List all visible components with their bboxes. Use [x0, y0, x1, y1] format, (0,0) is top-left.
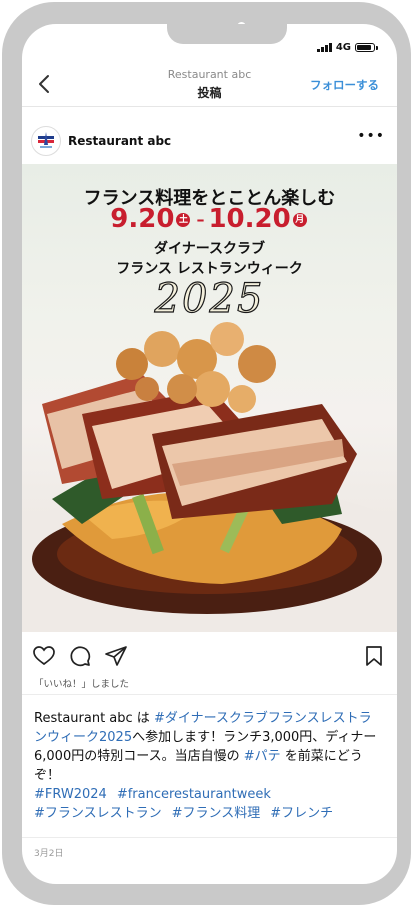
phone-frame: 4G Restaurant abc 投稿 フォローする Restaurant a…: [2, 2, 411, 905]
divider: [22, 694, 397, 695]
network-label: 4G: [335, 42, 351, 53]
bookmark-icon[interactable]: [362, 644, 386, 668]
start-day-badge: 土: [176, 212, 191, 227]
hashtag-link[interactable]: #フレンチ: [270, 806, 333, 821]
hashtag-row: #FRW2024 #francerestaurantweek: [34, 785, 384, 804]
date-dash: –: [196, 210, 205, 229]
date-start: 9.20: [110, 204, 175, 234]
heart-icon[interactable]: [32, 644, 56, 668]
caption-text: は: [132, 711, 154, 726]
promo-year: 2025: [154, 275, 265, 322]
end-day-badge: 月: [292, 212, 307, 227]
post-username[interactable]: Restaurant abc: [68, 134, 171, 148]
hashtag-link[interactable]: #francerestaurantweek: [117, 787, 271, 802]
hashtag-link[interactable]: #フランス料理: [172, 806, 261, 821]
notch: [167, 24, 287, 44]
share-icon[interactable]: [104, 644, 128, 668]
promo-dates: 9.20 土 –10.20 月: [22, 204, 397, 234]
signal-icon: [316, 43, 332, 52]
status-bar: 4G: [316, 42, 378, 53]
hashtag-link[interactable]: #フランスレストラン: [34, 806, 162, 821]
hashtag-link[interactable]: #パテ: [244, 749, 281, 764]
promo-sponsor: ダイナースクラブ: [153, 241, 266, 257]
likes-text[interactable]: 「いいね！」しました: [34, 676, 129, 690]
screen: 4G Restaurant abc 投稿 フォローする Restaurant a…: [22, 24, 397, 884]
comment-icon[interactable]: [68, 644, 92, 668]
date-end: 10.20: [208, 204, 291, 234]
avatar[interactable]: [31, 126, 61, 156]
dish-illustration: [22, 322, 397, 632]
battery-icon: [355, 43, 378, 52]
more-dots-icon[interactable]: •••: [357, 128, 385, 144]
post-actions: [22, 642, 397, 672]
hashtag-row: #フランスレストラン #フランス料理 #フレンチ: [34, 804, 384, 823]
caption-username[interactable]: Restaurant abc: [34, 711, 133, 726]
promo-event-name: フランス レストランウィーク: [116, 261, 303, 277]
follow-button[interactable]: フォローする: [310, 77, 379, 93]
post-header: Restaurant abc 投稿 フォローする: [22, 64, 397, 108]
hashtag-link[interactable]: #FRW2024: [34, 787, 107, 802]
divider: [22, 106, 397, 107]
post-author-row: Restaurant abc •••: [22, 124, 397, 160]
post-caption: Restaurant abc は #ダイナースクラブフランスレストランウィーク2…: [34, 709, 384, 823]
post-date: 3月2日: [34, 849, 64, 859]
divider: [22, 837, 397, 838]
post-image[interactable]: フランス料理をとことん楽しむ 9.20 土 –10.20 月 ダイナースクラブ フラン…: [22, 164, 397, 632]
